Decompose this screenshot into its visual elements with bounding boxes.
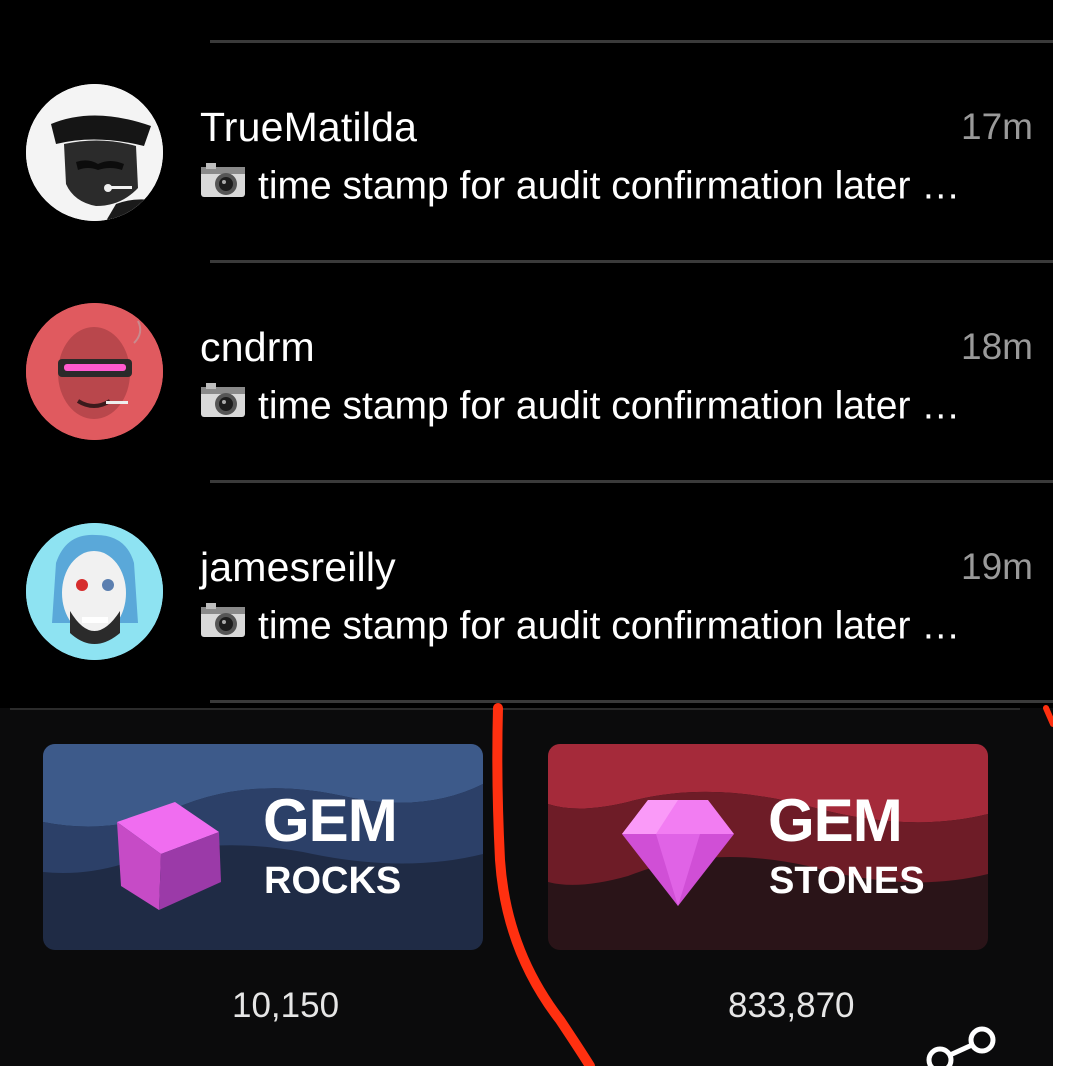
chat-row-cndrm[interactable]: cndrm 18m time stamp for audit confirmat… [0,290,1053,460]
message-preview: time stamp for audit confirmation later … [200,381,961,432]
preview-text: time stamp for audit confirmation later … [258,384,961,428]
camera-icon [200,601,246,649]
message-preview: time stamp for audit confirmation later … [200,161,961,212]
message-preview: time stamp for audit confirmation later … [200,601,961,652]
camera-icon [200,161,246,209]
camera-icon [200,381,246,429]
divider [210,480,1053,483]
message-time: 18m [961,326,1033,367]
contact-name: cndrm [200,324,315,370]
divider [210,260,1053,263]
screen: TrueMatilda 17m time stamp for audit con… [0,0,1053,1066]
message-time: 19m [961,546,1033,587]
avatar[interactable] [26,303,163,440]
chat-row-truematilda[interactable]: TrueMatilda 17m time stamp for audit con… [0,70,1053,240]
avatar[interactable] [26,84,163,221]
contact-name: jamesreilly [200,544,396,590]
message-time: 17m [961,106,1033,147]
chat-row-jamesreilly[interactable]: jamesreilly 19m time stamp for audit con… [0,510,1053,680]
preview-text: time stamp for audit confirmation later … [258,164,961,208]
contact-name: TrueMatilda [200,104,418,150]
avatar[interactable] [26,523,163,660]
red-annotation-stroke [492,703,1053,1066]
divider [210,40,1053,43]
preview-text: time stamp for audit confirmation later … [258,604,961,648]
